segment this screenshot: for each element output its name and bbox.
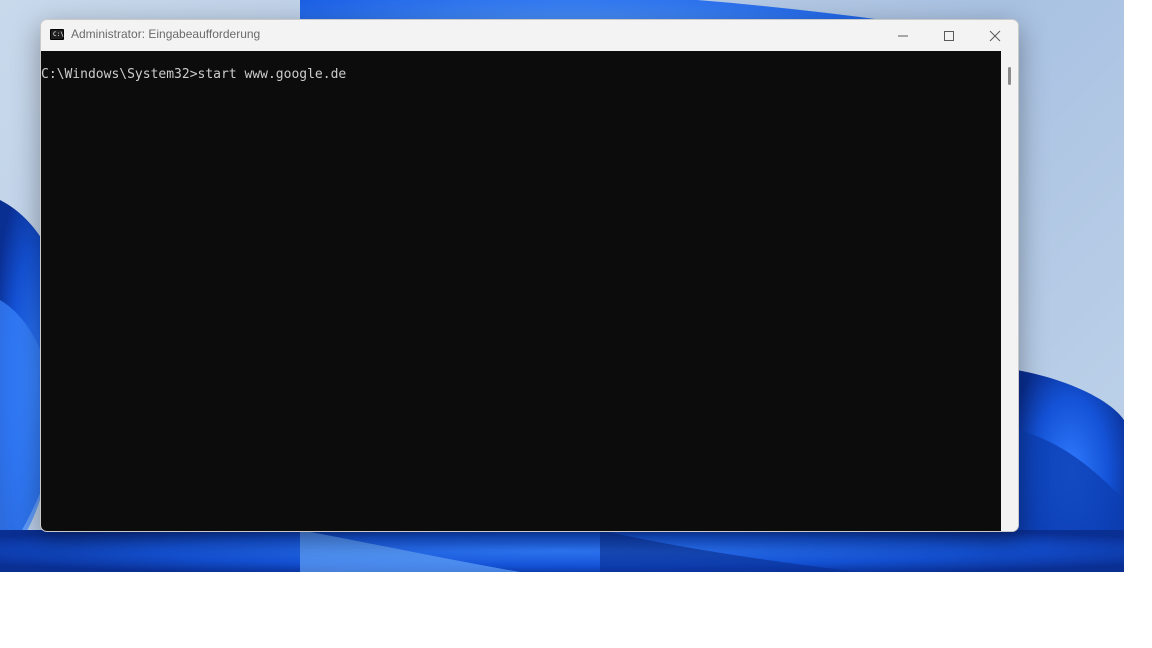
window-title: Administrator: Eingabeaufforderung [71,27,261,41]
close-button[interactable] [972,20,1018,51]
minimize-icon [898,35,908,36]
terminal-output[interactable]: C:\Windows\System32>start www.google.de [41,51,1001,531]
cmd-window[interactable]: C:\ Administrator: Eingabeaufforderung C… [40,19,1019,532]
vertical-scrollbar[interactable] [1001,51,1018,531]
window-titlebar[interactable]: C:\ Administrator: Eingabeaufforderung [41,20,1018,51]
scrollbar-thumb[interactable] [1008,67,1011,85]
maximize-button[interactable] [926,20,972,51]
cmd-terminal-icon: C:\ [50,29,64,40]
maximize-icon [944,30,954,41]
minimize-button[interactable] [880,20,926,51]
close-icon [989,30,1001,41]
terminal-line: C:\Windows\System32>start www.google.de [41,67,347,82]
